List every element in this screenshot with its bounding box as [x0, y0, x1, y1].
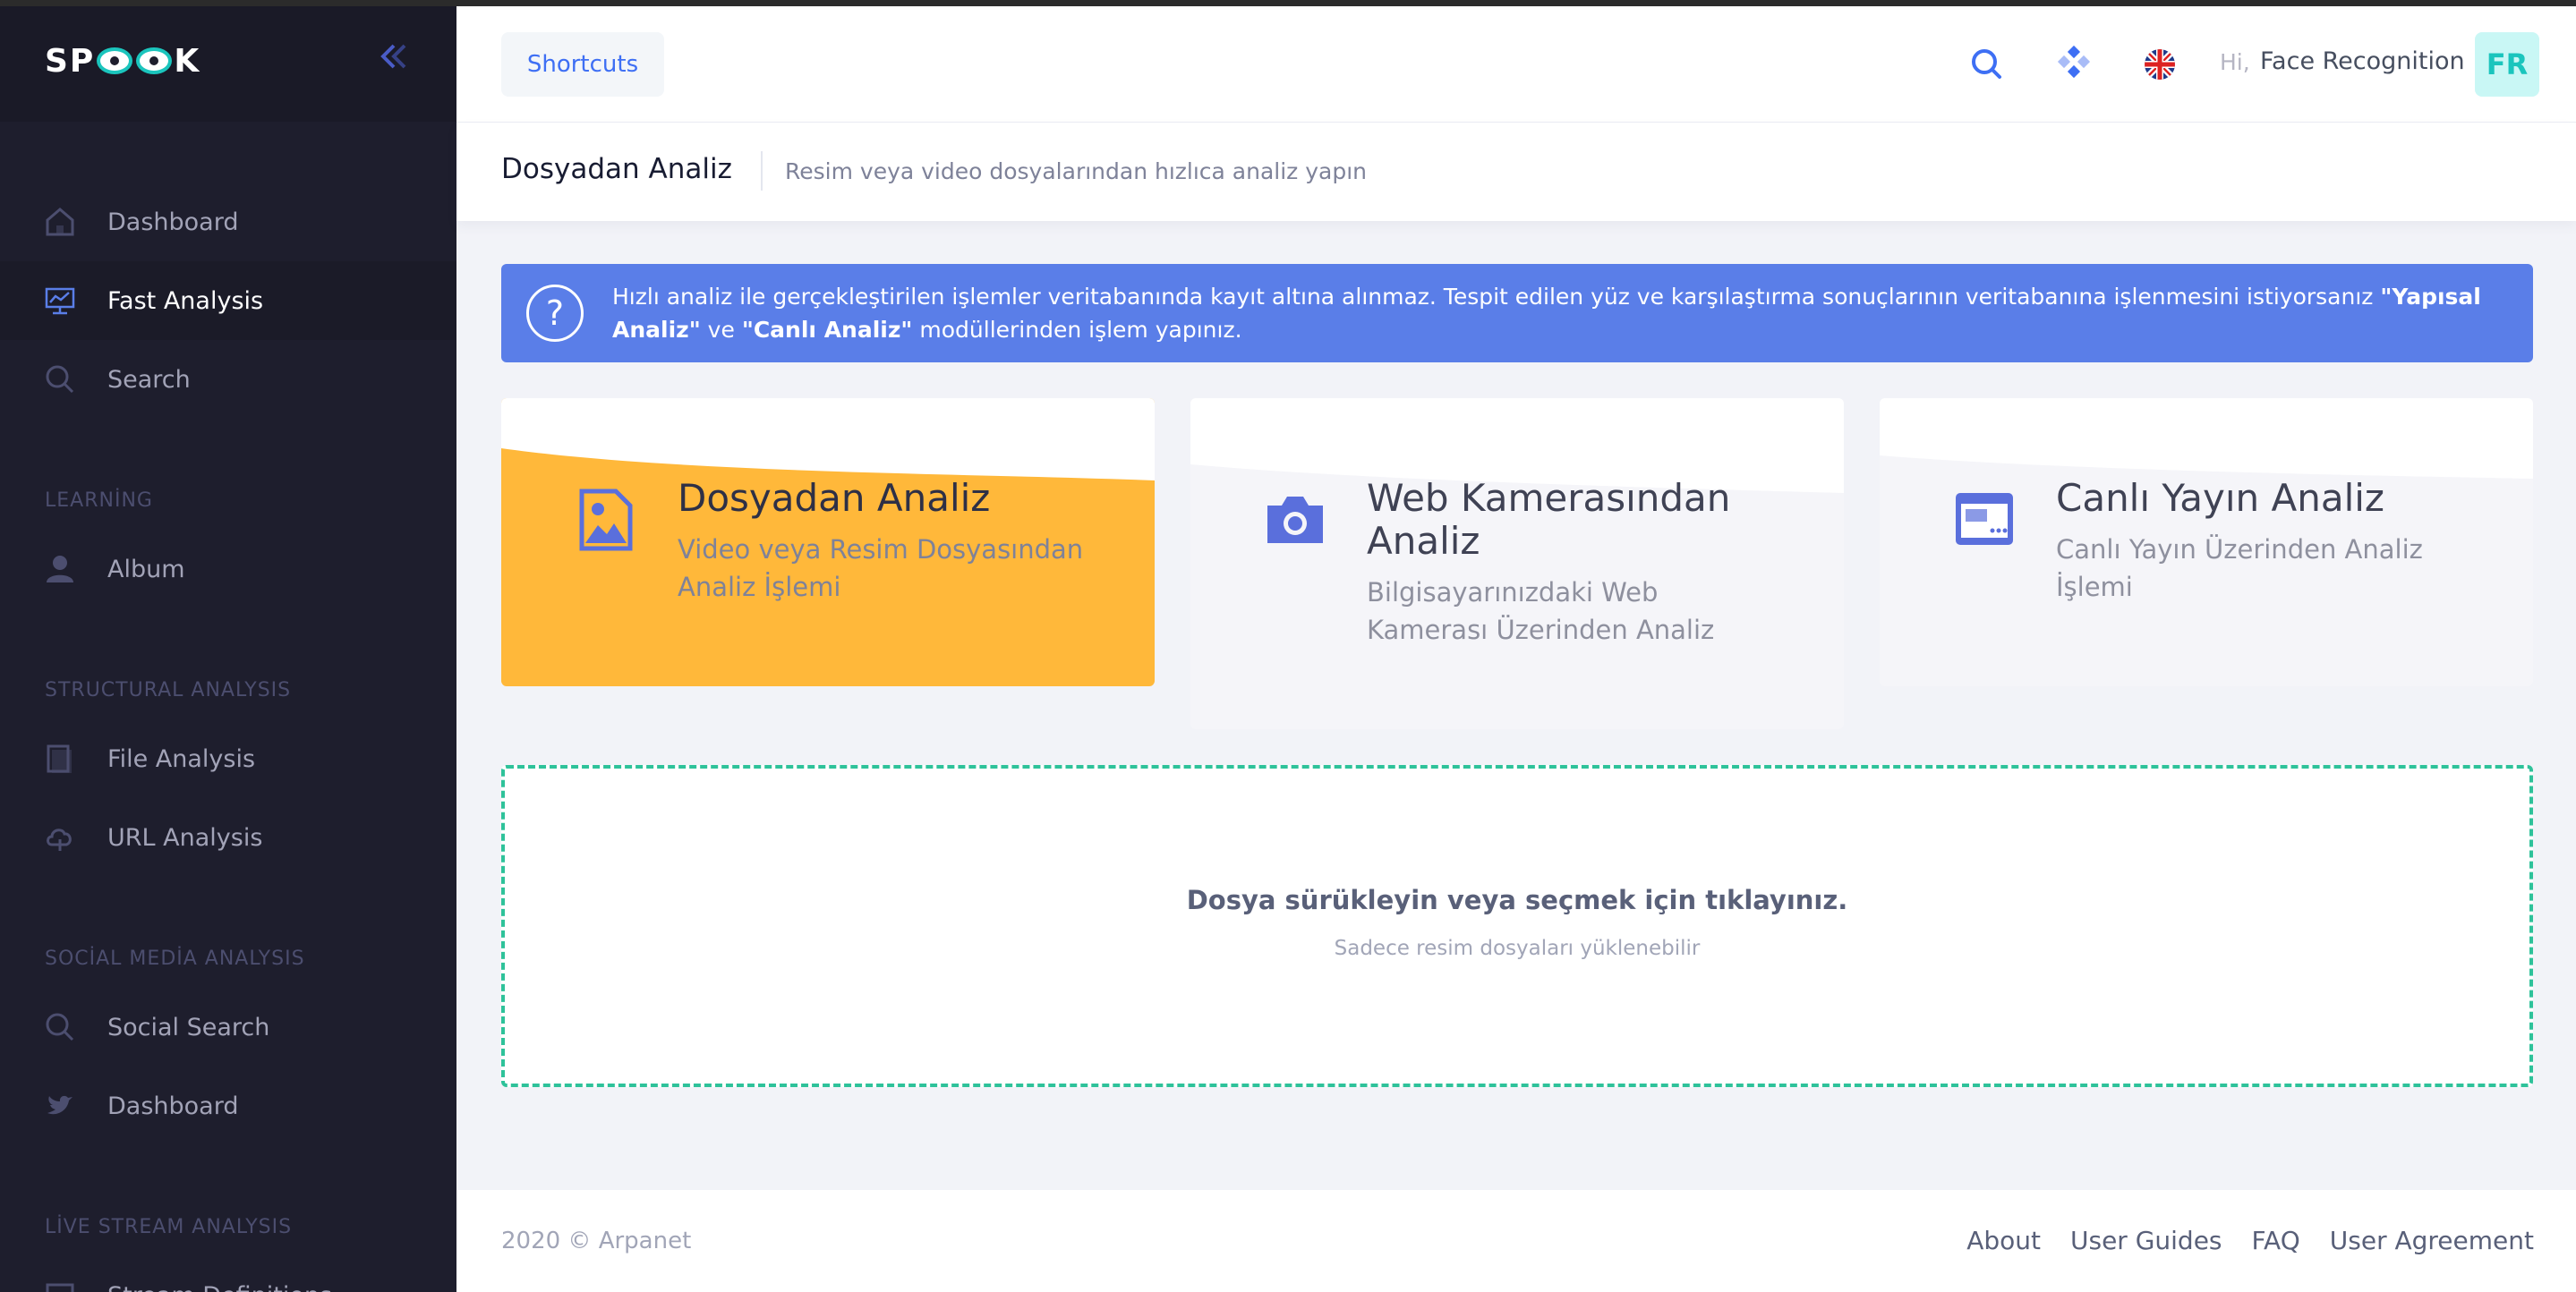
file-icon	[43, 742, 77, 776]
sidebar-item-label: Album	[107, 555, 185, 583]
logo-eye-left	[97, 47, 133, 74]
logo-text-left: SP	[45, 42, 96, 80]
card-title: Web Kamerasından Analiz	[1367, 476, 1731, 563]
card-title: Canlı Yayın Analiz	[2056, 476, 2384, 520]
user-icon	[43, 552, 77, 586]
header-apps-button[interactable]	[2051, 42, 2096, 87]
sidebar-item-file-analysis[interactable]: File Analysis	[0, 719, 456, 798]
sidebar-item-label: Dashboard	[107, 1092, 239, 1120]
brand-bar: SP K	[0, 0, 456, 122]
home-icon	[43, 205, 77, 239]
header-search-button[interactable]	[1965, 42, 2009, 87]
footer-link-user-guides[interactable]: User Guides	[2070, 1226, 2222, 1255]
sidebar: SP K Dashboard Fast Analysis Search LEAR…	[0, 0, 456, 1292]
subheader-divider	[761, 151, 763, 191]
info-alert: ? Hızlı analiz ile gerçekleştirilen işle…	[501, 264, 2533, 362]
twitter-icon	[43, 1089, 77, 1123]
window-top-strip	[0, 0, 2576, 6]
card-live-stream-analysis[interactable]: Canlı Yayın Analiz Canlı Yayın Üzerinden…	[1880, 398, 2533, 686]
diamond-grid-icon	[2057, 45, 2091, 79]
greeting-text: Hi,	[2220, 49, 2250, 75]
user-avatar[interactable]: FR	[2475, 32, 2539, 97]
sidebar-item-label: Search	[107, 365, 191, 394]
subheader: Dosyadan Analiz Resim veya video dosyala…	[456, 123, 2576, 221]
top-header: Shortcuts Hi, Face Recognition FR	[456, 6, 2576, 123]
alert-text-part: Hızlı analiz ile gerçekleştirilen işleml…	[612, 284, 2381, 310]
sidebar-item-social-dashboard[interactable]: Dashboard	[0, 1067, 456, 1145]
sidebar-item-label: Social Search	[107, 1013, 270, 1041]
sidebar-item-label: Dashboard	[107, 208, 239, 236]
card-description: Video veya Resim Dosyasından Analiz İşle…	[678, 534, 1084, 602]
sidebar-item-label: Fast Analysis	[107, 286, 264, 315]
chart-icon	[43, 284, 77, 318]
card-title: Dosyadan Analiz	[678, 476, 991, 520]
language-selector[interactable]	[2137, 42, 2182, 87]
page-description: Resim veya video dosyalarından hızlıca a…	[785, 158, 1368, 184]
footer-link-about[interactable]: About	[1966, 1226, 2041, 1255]
section-title-social: SOCİAL MEDİA ANALYSIS	[45, 948, 305, 970]
footer-link-faq[interactable]: FAQ	[2252, 1226, 2300, 1255]
sidebar-item-label: Stream Definitions	[107, 1282, 332, 1292]
alert-text: Hızlı analiz ile gerçekleştirilen işleml…	[612, 280, 2533, 346]
user-name[interactable]: Face Recognition	[2260, 47, 2465, 75]
sidebar-item-fast-analysis[interactable]: Fast Analysis	[0, 261, 456, 340]
sidebar-collapse-button[interactable]	[376, 38, 412, 84]
sidebar-item-url-analysis[interactable]: URL Analysis	[0, 798, 456, 877]
search-icon	[43, 1010, 77, 1044]
alert-text-part: ve	[700, 317, 742, 343]
sidebar-item-album[interactable]: Album	[0, 530, 456, 608]
card-description: Canlı Yayın Üzerinden Analiz İşlemi	[2056, 534, 2423, 602]
logo-eye-right	[136, 47, 173, 74]
sidebar-item-search[interactable]: Search	[0, 340, 456, 419]
section-title-learning: LEARNİNG	[45, 489, 153, 512]
logo-text-right: K	[174, 42, 201, 80]
uk-flag-icon	[2145, 49, 2175, 80]
dropzone-subtitle: Sadece resim dosyaları yüklenebilir	[1334, 937, 1701, 960]
footer: 2020 © Arpanet About User Guides FAQ Use…	[456, 1190, 2576, 1292]
alert-bold-live: "Canlı Analiz"	[741, 317, 913, 343]
search-icon	[43, 362, 77, 396]
card-file-analysis[interactable]: Dosyadan Analiz Video veya Resim Dosyası…	[501, 398, 1155, 686]
file-dropzone[interactable]: Dosya sürükleyin veya seçmek için tıklay…	[501, 765, 2533, 1087]
question-icon: ?	[526, 285, 584, 342]
cloud-icon	[43, 820, 77, 854]
alert-text-part: modüllerinden işlem yapınız.	[912, 317, 1242, 343]
sidebar-menu: Dashboard Fast Analysis Search LEARNİNG …	[0, 122, 456, 1292]
card-description: Bilgisayarınızdaki Web Kamerası Üzerinde…	[1367, 577, 1715, 645]
shortcuts-button[interactable]: Shortcuts	[501, 32, 664, 97]
footer-links: About User Guides FAQ User Agreement	[1966, 1226, 2534, 1255]
image-file-icon	[579, 489, 633, 551]
search-icon	[1972, 49, 2001, 79]
dropzone-title: Dosya sürükleyin veya seçmek için tıklay…	[1186, 885, 1848, 915]
camera-icon	[1267, 497, 1323, 543]
copyright-text: 2020 © Arpanet	[501, 1228, 692, 1254]
section-title-live-stream: LİVE STREAM ANALYSIS	[45, 1216, 293, 1238]
footer-link-user-agreement[interactable]: User Agreement	[2330, 1226, 2534, 1255]
sidebar-item-label: URL Analysis	[107, 823, 263, 852]
page-title: Dosyadan Analiz	[501, 153, 732, 185]
browser-window-icon	[1956, 493, 2013, 545]
sidebar-item-dashboard[interactable]: Dashboard	[0, 183, 456, 261]
card-webcam-analysis[interactable]: Web Kamerasından Analiz Bilgisayarınızda…	[1190, 398, 1844, 729]
double-chevron-left-icon	[380, 44, 406, 68]
sidebar-item-stream-definitions[interactable]: Stream Definitions	[0, 1256, 456, 1292]
spook-logo[interactable]: SP K	[45, 43, 200, 80]
sidebar-item-social-search[interactable]: Social Search	[0, 988, 456, 1067]
sidebar-item-label: File Analysis	[107, 744, 256, 773]
section-title-structural: STRUCTURAL ANALYSIS	[45, 679, 292, 701]
stream-icon	[43, 1279, 77, 1292]
